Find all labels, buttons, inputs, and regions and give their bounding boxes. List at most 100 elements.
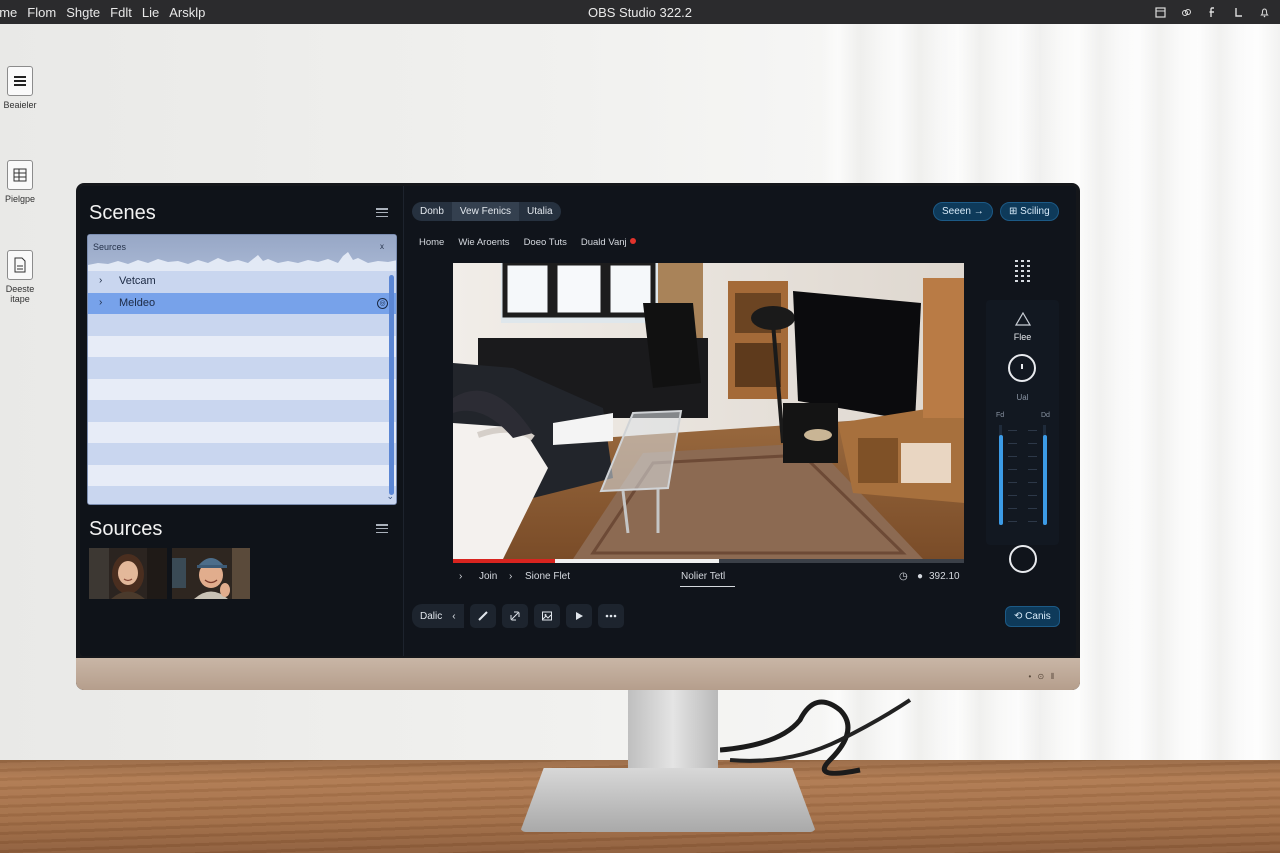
pill-utalia[interactable]: Utalia — [519, 202, 561, 221]
scene-filter-link[interactable]: Sione Flet — [525, 571, 570, 582]
system-tray — [1154, 0, 1270, 24]
monitor-buttons: • ⊙ ⦀ — [1028, 672, 1056, 681]
scene-row[interactable] — [88, 378, 396, 400]
dalic-button[interactable]: Dalic ‹ — [412, 604, 464, 628]
mixer-tick — [1028, 456, 1037, 457]
knob-control[interactable] — [1008, 354, 1036, 382]
mixer-tick — [1028, 430, 1037, 431]
scene-row[interactable] — [88, 357, 396, 379]
main-area: Donb Vew Fenics Utalia Seeen → ⊞ Sciling… — [405, 186, 1076, 656]
bell-icon[interactable] — [1258, 6, 1270, 18]
sources-menu-icon[interactable] — [376, 524, 388, 533]
menu-item-home[interactable]: ome — [0, 5, 17, 20]
scene-row[interactable] — [88, 486, 396, 504]
chevron-right-icon: › — [509, 571, 513, 582]
source-thumbnail-webcam-woman[interactable] — [89, 548, 167, 599]
desktop-icon-label: Pielgpe — [4, 194, 36, 204]
timecode: 392.10 — [929, 571, 960, 582]
f-icon[interactable] — [1206, 6, 1218, 18]
play-icon[interactable] — [565, 604, 592, 628]
chevron-right-icon[interactable]: › — [99, 275, 102, 286]
scene-list[interactable]: Seurces x › Vetcam › Meldeo ◎ ⌄ — [87, 234, 397, 505]
pill-donb[interactable]: Donb — [412, 202, 452, 221]
breadcrumb-item-label: Duald Vanj — [580, 237, 627, 248]
breadcrumb-item-live[interactable]: Duald Vanj — [581, 237, 636, 248]
scenes-menu-icon[interactable] — [376, 208, 388, 217]
breadcrumb-item[interactable]: Wie Aroents — [458, 237, 509, 248]
menu-item-file-2[interactable]: Lie — [142, 5, 159, 20]
mixer-tick — [1008, 521, 1017, 522]
menu-item-file[interactable]: Flom — [27, 5, 56, 20]
document-icon — [7, 66, 33, 96]
menu-item-share[interactable]: Shgte — [66, 5, 100, 20]
desktop-icon-label: Beaieler — [3, 100, 37, 110]
monitor-chin: • ⊙ ⦀ — [76, 658, 1080, 690]
triangle-up-icon[interactable] — [1015, 312, 1031, 326]
menu-item-edit[interactable]: Fdlt — [110, 5, 132, 20]
back-icon[interactable]: ‹ — [452, 611, 455, 622]
scene-rows: › Vetcam › Meldeo ◎ — [88, 271, 396, 504]
window-icon[interactable] — [1154, 6, 1166, 18]
chevron-right-icon[interactable]: › — [99, 297, 102, 308]
seen-button[interactable]: Seeen → — [933, 202, 993, 221]
more-icon[interactable] — [597, 604, 624, 628]
scene-name: Meldeo — [119, 296, 156, 309]
scene-list-close[interactable]: x — [380, 242, 384, 251]
progress-buffered — [555, 559, 719, 563]
lock-icon[interactable] — [1232, 6, 1244, 18]
desktop-icon-spreadsheet[interactable]: Pielgpe — [0, 160, 40, 204]
sources-title: Sources — [89, 518, 163, 540]
mixer-left-label: Fd — [996, 412, 1005, 419]
link-icon[interactable] — [501, 604, 528, 628]
desktop-icon-document[interactable]: Beaieler — [0, 66, 40, 110]
scene-row[interactable] — [88, 443, 396, 465]
link-icon[interactable] — [1180, 6, 1192, 18]
image-icon[interactable] — [533, 604, 560, 628]
source-thumbnails — [89, 548, 250, 599]
pen-icon[interactable] — [469, 604, 496, 628]
mixer-tick — [1008, 443, 1017, 444]
desktop-icon-label: Deeste itape — [5, 284, 35, 304]
source-thumbnail-webcam-man[interactable] — [172, 548, 250, 599]
file-icon — [7, 250, 33, 280]
pill-view-fenics[interactable]: Vew Fenics — [451, 202, 520, 221]
mixer-tick — [1028, 482, 1037, 483]
mixer-tick — [1028, 469, 1037, 470]
visibility-icon[interactable]: ◎ — [377, 297, 388, 309]
scene-list-header: Seurces x — [88, 235, 396, 271]
mixer-tick — [1008, 469, 1017, 470]
scene-list-scrollbar[interactable] — [389, 275, 394, 495]
app-menu: ome Flom Shgte Fdlt Lie Arsklp — [0, 5, 215, 20]
arrow-right-icon: → — [973, 206, 984, 217]
active-tab-label[interactable]: Nolier Tetl — [681, 571, 725, 582]
scene-row[interactable] — [88, 335, 396, 357]
settings-button[interactable]: ⊞ Sciling — [1000, 202, 1059, 221]
scenes-title: Scenes — [89, 202, 156, 224]
scroll-down-icon[interactable]: ⌄ — [386, 491, 394, 502]
menu-item-desktop[interactable]: Arsklp — [169, 5, 205, 20]
breadcrumb-item[interactable]: Doeo Tuts — [524, 237, 567, 248]
scene-name: Vetcam — [119, 275, 156, 287]
mixer-right-label: Dd — [1041, 412, 1050, 419]
scene-row[interactable] — [88, 464, 396, 486]
record-indicator-icon — [629, 238, 636, 244]
record-button[interactable] — [1009, 545, 1037, 573]
mixer-tick — [1028, 443, 1037, 444]
chevron-right-icon: › — [459, 571, 463, 582]
audio-mixer: Flee Ual Fd Dd — [986, 300, 1059, 545]
preview-progress-bar[interactable] — [453, 559, 964, 563]
scene-row[interactable]: › Meldeo ◎ — [88, 292, 396, 314]
scene-row[interactable] — [88, 400, 396, 422]
desktop-icon-file[interactable]: Deeste itape — [0, 250, 40, 304]
monitor-cable — [720, 698, 912, 776]
program-preview[interactable] — [453, 263, 964, 559]
mixer-tick — [1028, 508, 1037, 509]
scene-row[interactable]: › Vetcam — [88, 271, 396, 293]
left-panel: Scenes Seurces x › Vetcam › Meldeo ◎ ⌄ Sourc… — [80, 186, 404, 656]
mixer-tick — [1008, 508, 1017, 509]
mixer-tick — [1028, 521, 1037, 522]
scene-row[interactable] — [88, 314, 396, 336]
scene-row[interactable] — [88, 421, 396, 443]
join-link[interactable]: Join — [479, 571, 497, 582]
breadcrumb-home[interactable]: Home — [419, 237, 444, 248]
